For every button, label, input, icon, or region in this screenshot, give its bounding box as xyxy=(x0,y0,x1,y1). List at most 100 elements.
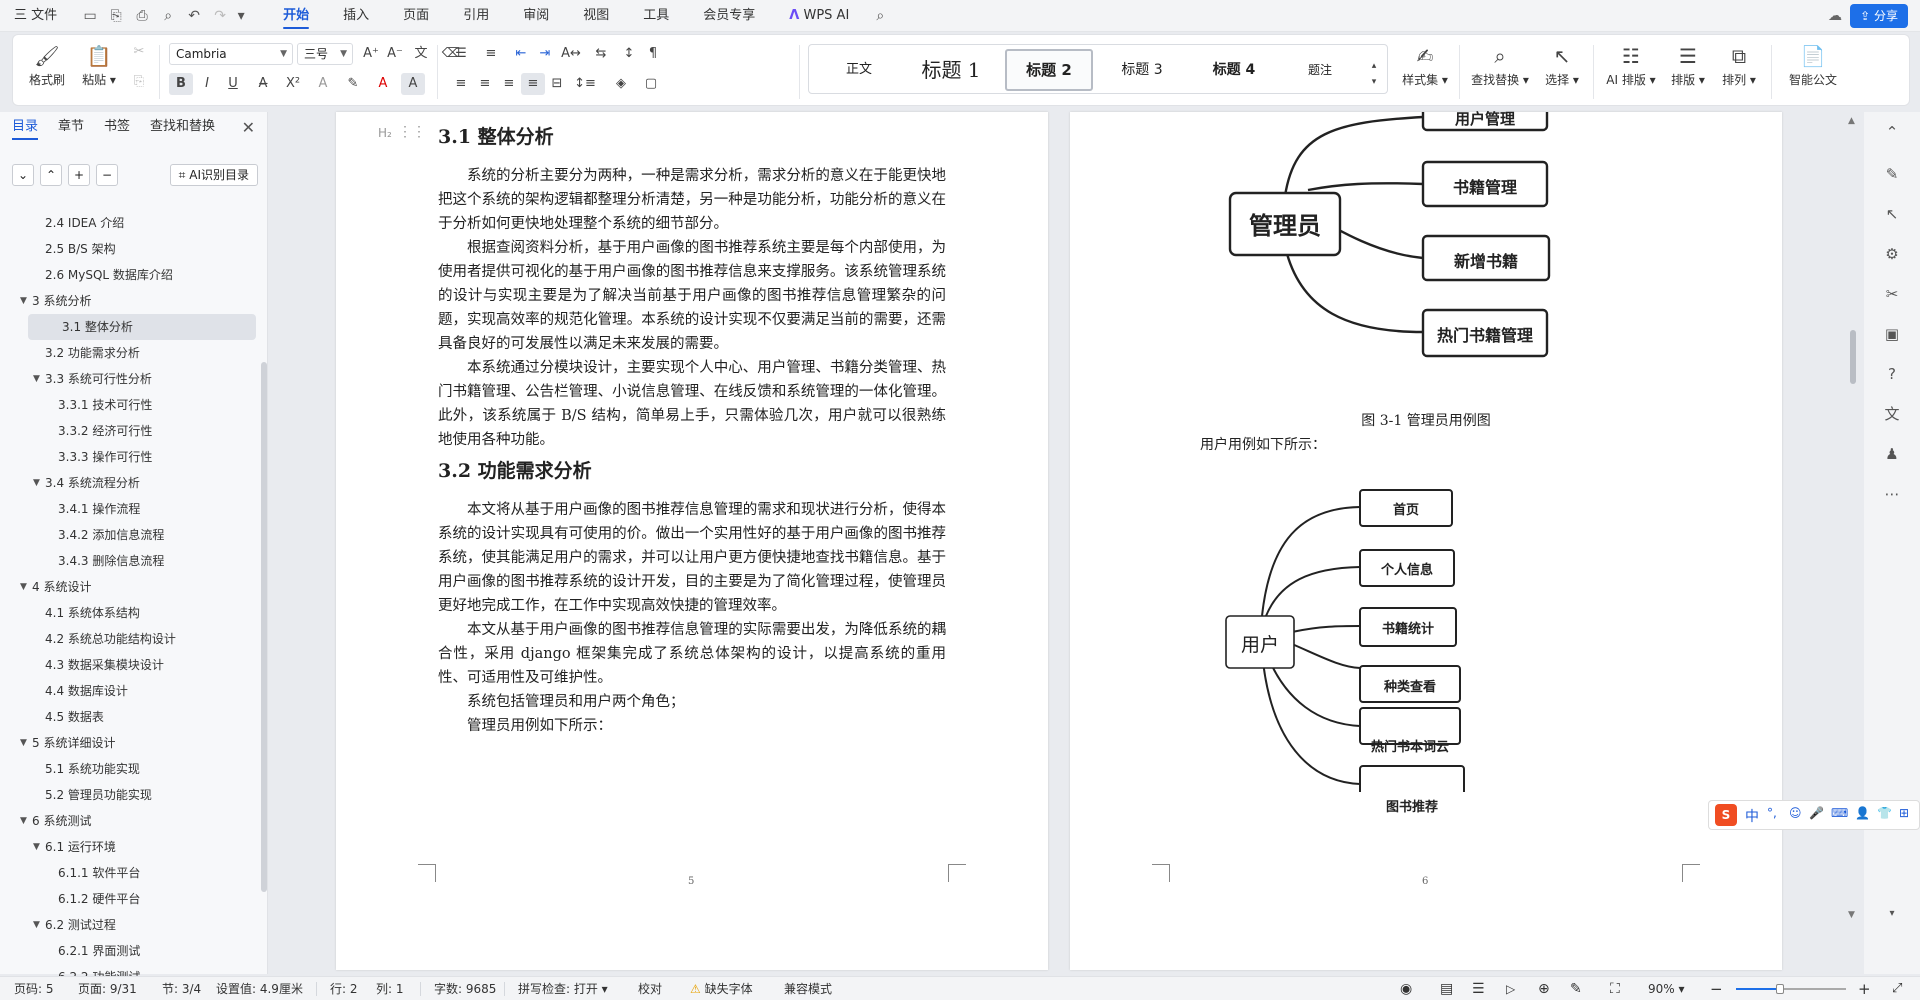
decrease-indent-icon[interactable]: ⇤ xyxy=(509,43,533,65)
tab-review[interactable]: 审阅 xyxy=(513,0,559,32)
paragraph[interactable]: 系统包括管理员和用户两个角色； xyxy=(438,690,946,714)
zoom-out-icon[interactable]: − xyxy=(1710,977,1723,1000)
expand-triangle-icon[interactable]: ▼ xyxy=(20,808,27,834)
border-icon[interactable]: ▢ xyxy=(639,73,663,95)
find-replace-button[interactable]: ⌕ 查找替换 ▾ xyxy=(1467,41,1533,88)
align-left-icon[interactable]: ≡ xyxy=(449,73,473,95)
tools-icon[interactable]: ✂ xyxy=(1880,282,1904,306)
text-effect-icon[interactable]: A xyxy=(311,73,335,95)
toc-item[interactable]: 3.3.2 经济可行性 xyxy=(0,418,258,444)
cursor-icon[interactable]: ↖ xyxy=(1880,202,1904,226)
style-gallery-expand-icon[interactable]: ▾ xyxy=(1365,71,1383,93)
line-spacing-icon[interactable]: ↕≡ xyxy=(573,73,597,95)
increase-indent-icon[interactable]: ⇥ xyxy=(533,43,557,65)
toc-item[interactable]: ▼ 6.1 运行环境 xyxy=(0,834,258,860)
toc-item[interactable]: 5.1 系统功能实现 xyxy=(0,756,258,782)
status-col[interactable]: 列: 1 xyxy=(376,977,404,1000)
toc-item[interactable]: 4.5 数据表 xyxy=(0,704,258,730)
show-marks-icon[interactable]: ¶ xyxy=(641,43,665,65)
shrink-font-icon[interactable]: A⁻ xyxy=(383,43,407,65)
tab-tools[interactable]: 工具 xyxy=(633,0,679,32)
eye-icon[interactable]: ◉ xyxy=(1400,977,1412,1000)
new-doc-icon[interactable]: ▭ xyxy=(77,0,103,32)
chevron-down-icon[interactable]: ⌄ xyxy=(12,164,34,186)
expand-triangle-icon[interactable]: ▼ xyxy=(20,288,27,314)
style-set-button[interactable]: ✍ 样式集 ▾ xyxy=(1397,41,1453,88)
font-color-icon[interactable]: A xyxy=(371,73,395,95)
style-heading-3[interactable]: 标题 3 xyxy=(1099,49,1185,91)
underline-icon[interactable]: U xyxy=(221,73,245,95)
distribute-icon[interactable]: ⊟ xyxy=(545,73,569,95)
bullet-list-icon[interactable]: ☰ xyxy=(449,43,473,65)
toc-item[interactable]: 6.2.1 界面测试 xyxy=(0,938,258,964)
grow-font-icon[interactable]: A⁺ xyxy=(359,43,383,65)
shirt-icon[interactable]: ♟ xyxy=(1880,442,1904,466)
toc-item[interactable]: 4.4 数据库设计 xyxy=(0,678,258,704)
toc-item[interactable]: 6.1.2 硬件平台 xyxy=(0,886,258,912)
style-normal[interactable]: 正文 xyxy=(823,49,895,91)
strikethrough-icon[interactable]: A̶ xyxy=(251,73,275,95)
paragraph[interactable]: 根据查阅资料分析，基于用户画像的图书推荐系统主要是每个内部使用，为使用者提供可视… xyxy=(438,236,946,356)
tab-insert[interactable]: 插入 xyxy=(333,0,379,32)
pen-icon[interactable]: ✎ xyxy=(1880,162,1904,186)
style-heading-2[interactable]: 标题 2 xyxy=(1005,49,1093,91)
tab-home[interactable]: 开始 xyxy=(273,0,319,32)
status-compat[interactable]: 兼容模式 xyxy=(784,977,832,1000)
expand-icon[interactable]: ⤢ xyxy=(1892,977,1902,1000)
chevron-down-icon[interactable]: ▾ xyxy=(1880,902,1904,926)
paste-button[interactable]: 📋 粘贴 ▾ xyxy=(75,41,123,88)
toc-item[interactable]: 6.1.1 软件平台 xyxy=(0,860,258,886)
web-view-icon[interactable]: ⊕ xyxy=(1538,977,1550,1000)
paragraph[interactable]: 本系统通过分模块设计，主要实现个人中心、用户管理、书籍分类管理、热门书籍管理、公… xyxy=(438,356,946,452)
drag-handle-icon[interactable]: ⋮⋮ xyxy=(398,124,426,140)
tab-page[interactable]: 页面 xyxy=(393,0,439,32)
tab-find-replace[interactable]: 查找和替换 xyxy=(150,112,215,142)
tab-toc[interactable]: 目录 xyxy=(12,112,39,142)
status-pages[interactable]: 页面: 9/31 xyxy=(78,977,137,1000)
toc-item[interactable]: ▼ 3.4 系统流程分析 xyxy=(0,470,258,496)
minus-icon[interactable]: − xyxy=(96,164,118,186)
save-icon[interactable]: ⎘ xyxy=(103,0,129,32)
paragraph[interactable]: 系统的分析主要分为两种，一种是需求分析，需求分析的意义在于能更快地把这个系统的架… xyxy=(438,164,946,236)
adjust-icon[interactable]: ⚙ xyxy=(1880,242,1904,266)
collapse-icon[interactable]: ⌃ xyxy=(1880,120,1904,144)
phonetic-icon[interactable]: 文 xyxy=(409,43,433,65)
highlight-icon[interactable]: ✎ xyxy=(341,73,365,95)
select-button[interactable]: ↖ 选择 ▾ xyxy=(1537,41,1587,88)
font-name-select[interactable]: Cambria ▼ xyxy=(169,43,293,65)
more-chevron-icon[interactable]: ▾ xyxy=(233,0,249,32)
copy-icon[interactable]: ⎘ xyxy=(127,71,151,93)
plus-icon[interactable]: + xyxy=(68,164,90,186)
skin-icon[interactable]: 👕 xyxy=(1877,806,1892,820)
close-icon[interactable]: ✕ xyxy=(242,118,255,137)
mic-icon[interactable]: 🎤 xyxy=(1809,806,1824,820)
smart-doc-button[interactable]: 📄 智能公文 xyxy=(1783,41,1843,88)
status-setting[interactable]: 设置值: 4.9厘米 xyxy=(216,977,303,1000)
style-heading-4[interactable]: 标题 4 xyxy=(1191,49,1277,91)
cloud-sync-icon[interactable]: ☁ xyxy=(1828,0,1842,32)
sort-icon[interactable]: ↕ xyxy=(617,43,641,65)
toc-item[interactable]: ▼ 5 系统详细设计 xyxy=(0,730,258,756)
status-proofread[interactable]: 校对 xyxy=(638,977,662,1000)
scroll-up-icon[interactable]: ▲ xyxy=(1848,116,1855,126)
toc-item[interactable]: 3.3.1 技术可行性 xyxy=(0,392,258,418)
print-preview-icon[interactable]: ⌕ xyxy=(155,0,181,32)
format-painter-button[interactable]: 🖌 格式刷 xyxy=(23,41,71,88)
toc-item[interactable]: ▼ 6.2 测试过程 xyxy=(0,912,258,938)
toc-item[interactable]: 2.4 IDEA 介绍 xyxy=(0,210,258,236)
ai-toc-button[interactable]: ⌗ AI识别目录 xyxy=(169,164,258,186)
toc-item[interactable]: 4.3 数据采集模块设计 xyxy=(0,652,258,678)
heading-3-1[interactable]: 3.1 整体分析 xyxy=(438,122,554,149)
status-missing-font[interactable]: ⚠ 缺失字体 xyxy=(690,977,753,1000)
punctuation-icon[interactable]: °, xyxy=(1767,806,1777,820)
style-caption[interactable]: 题注 xyxy=(1283,49,1357,91)
toc-item[interactable]: 3.4.2 添加信息流程 xyxy=(0,522,258,548)
print-icon[interactable]: ⎙ xyxy=(129,0,155,32)
char-spacing-icon[interactable]: A↔ xyxy=(559,43,583,65)
toc-item[interactable]: ▼ 4 系统设计 xyxy=(0,574,258,600)
user-icon[interactable]: 👤 xyxy=(1855,806,1870,820)
expand-triangle-icon[interactable]: ▼ xyxy=(20,574,27,600)
shading-icon[interactable]: ◈ xyxy=(609,73,633,95)
zoom-slider[interactable] xyxy=(1736,984,1846,994)
paragraph[interactable]: 管理员用例如下所示： xyxy=(438,714,946,738)
